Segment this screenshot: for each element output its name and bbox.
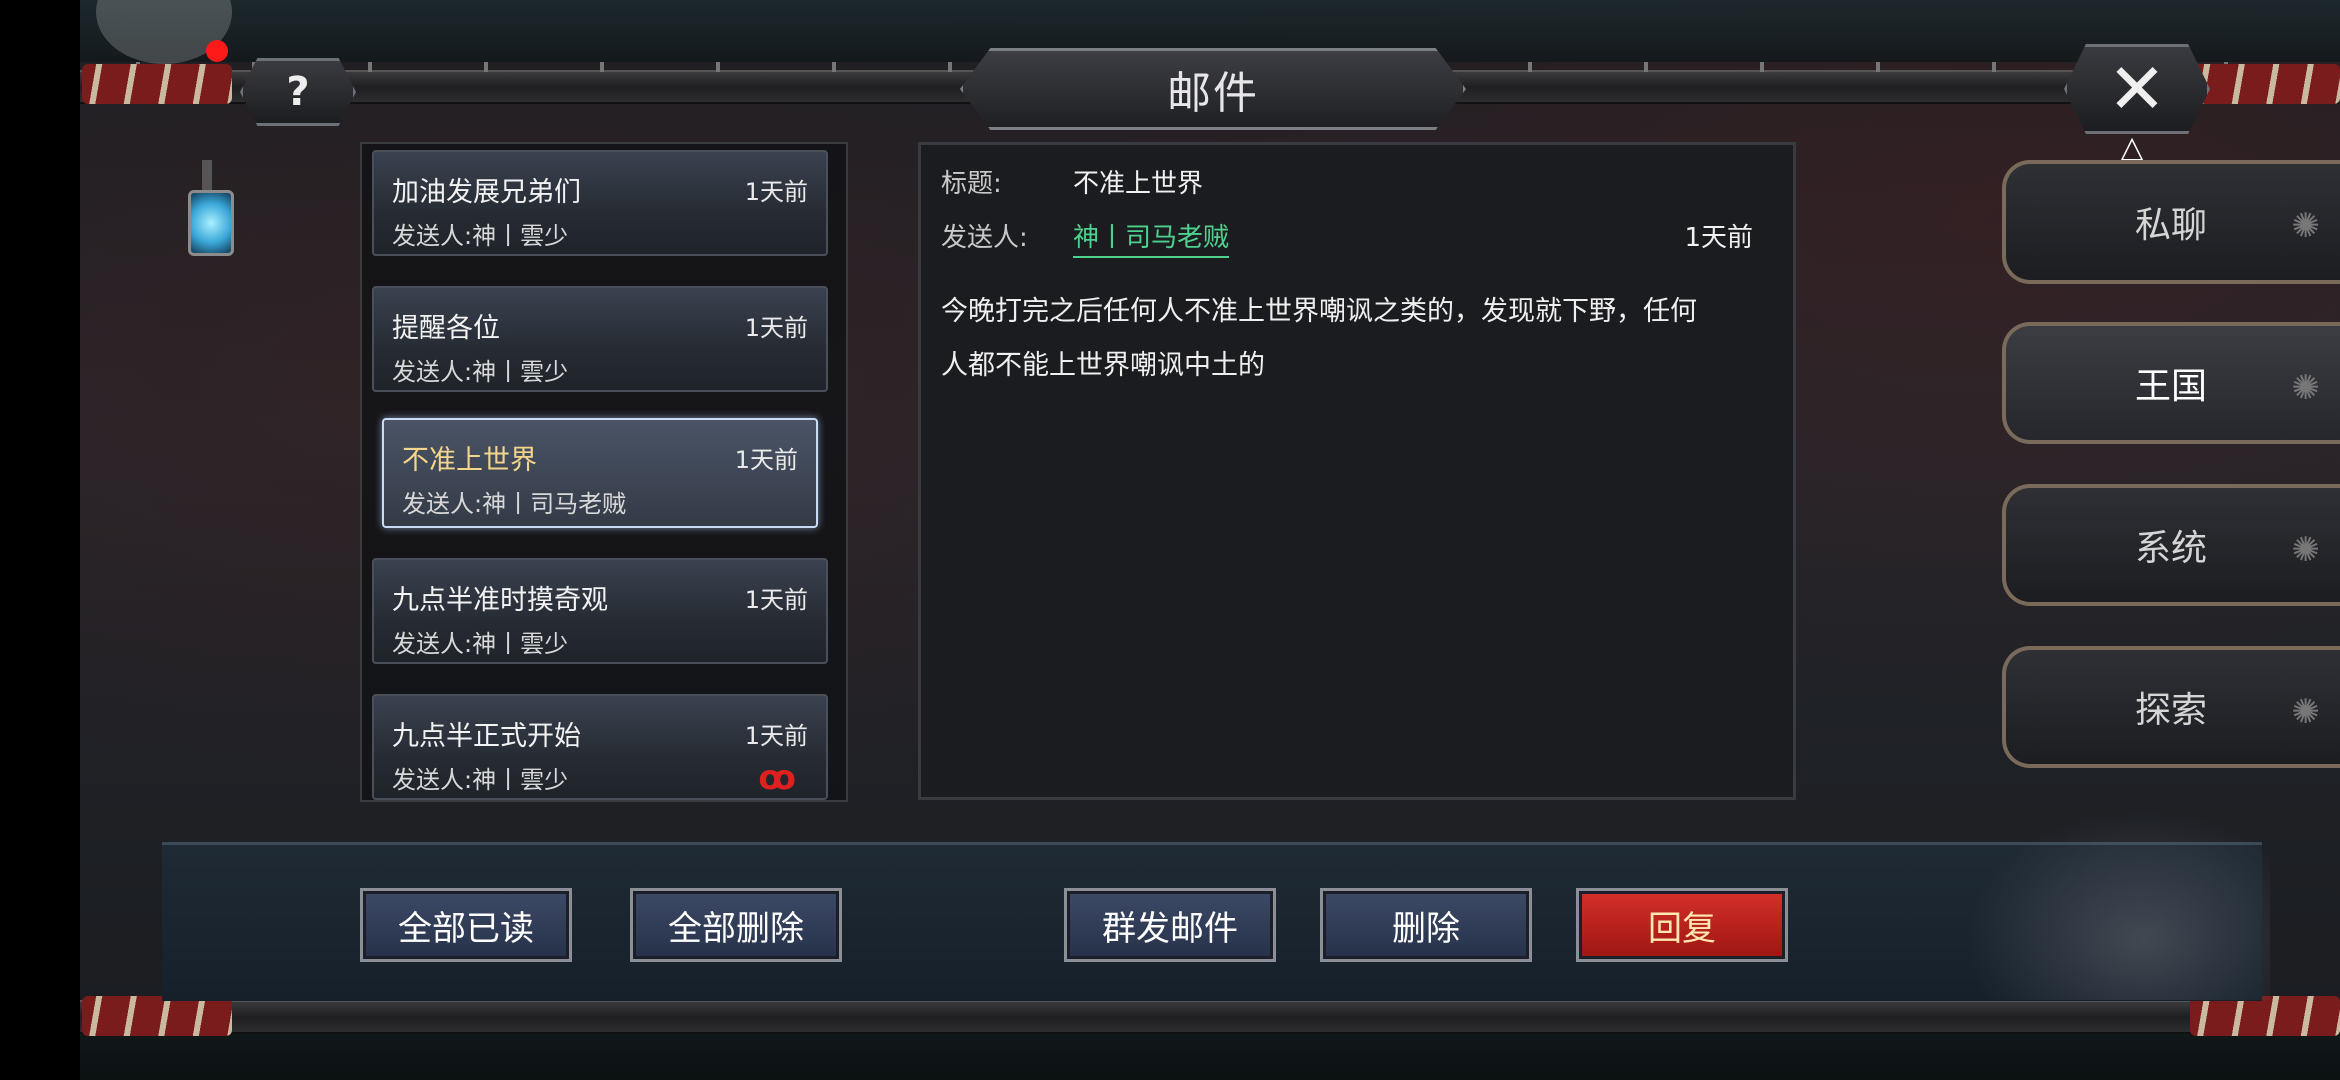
- question-icon: ?: [286, 69, 310, 115]
- tab-label: 系统: [2134, 528, 2207, 569]
- mass-mail-button[interactable]: 群发邮件: [1064, 888, 1276, 962]
- tab-label: 探索: [2134, 690, 2207, 731]
- sun-emblem-icon: ✺: [2291, 692, 2321, 732]
- mail-subject: 提醒各位: [392, 313, 500, 344]
- delete-button[interactable]: 删除: [1320, 888, 1532, 962]
- dragon-icon: ꝏ: [758, 758, 796, 798]
- sun-emblem-icon: ✺: [2291, 206, 2321, 246]
- tab-private-chat[interactable]: 私聊 ✺: [2002, 160, 2340, 284]
- mail-item[interactable]: 加油发展兄弟们 1天前 发送人:神丨雲少: [372, 150, 828, 256]
- mail-time: 1天前: [744, 178, 808, 206]
- mail-subject: 加油发展兄弟们: [392, 177, 581, 208]
- subject-value: 不准上世界: [1073, 169, 1204, 199]
- sender-link[interactable]: 神丨司马老贼: [1073, 217, 1230, 258]
- delete-all-button[interactable]: 全部删除: [630, 888, 842, 962]
- close-icon: ✕: [2107, 48, 2167, 130]
- mail-item[interactable]: 九点半正式开始 1天前 发送人:神丨雲少 ꝏ: [372, 694, 828, 800]
- bottom-game-strip: [80, 1030, 2340, 1080]
- mail-item[interactable]: 九点半准时摸奇观 1天前 发送人:神丨雲少: [372, 558, 828, 664]
- mail-detail-panel: 标题: 不准上世界 发送人: 神丨司马老贼 1天前 今晚打完之后任何人不准上世界…: [918, 142, 1796, 800]
- mail-time: 1天前: [1684, 223, 1753, 253]
- mail-time: 1天前: [734, 446, 798, 474]
- mail-list[interactable]: 加油发展兄弟们 1天前 发送人:神丨雲少 提醒各位 1天前 发送人:神丨雲少 不…: [360, 142, 848, 802]
- mail-sender: 发送人:神丨雲少: [392, 766, 569, 794]
- mail-sender: 发送人:神丨雲少: [392, 358, 569, 386]
- mail-time: 1天前: [744, 586, 808, 614]
- close-button[interactable]: ✕: [2064, 44, 2210, 134]
- mail-subject: 九点半准时摸奇观: [392, 585, 608, 616]
- frame-ornament: [2190, 64, 2340, 104]
- mail-subject: 九点半正式开始: [392, 721, 581, 752]
- tab-system[interactable]: 系统 ✺: [2002, 484, 2340, 606]
- record-indicator-icon: [206, 40, 228, 62]
- bottom-frame: [80, 1000, 2340, 1034]
- mark-all-read-button[interactable]: 全部已读: [360, 888, 572, 962]
- window-title: 邮件: [1167, 68, 1259, 119]
- mail-time: 1天前: [744, 722, 808, 750]
- frame-ornament: [82, 64, 232, 104]
- skull-decoration: [1950, 800, 2270, 1000]
- tab-label: 王国: [2134, 366, 2207, 407]
- mail-sender: 发送人:神丨雲少: [392, 630, 569, 658]
- help-button[interactable]: ?: [240, 58, 356, 126]
- lantern-icon: [180, 160, 236, 290]
- reply-button[interactable]: 回复: [1576, 888, 1788, 962]
- mail-item[interactable]: 提醒各位 1天前 发送人:神丨雲少: [372, 286, 828, 392]
- subject-label: 标题:: [941, 169, 1002, 199]
- mail-sender: 发送人:神丨司马老贼: [402, 490, 627, 518]
- tab-explore[interactable]: 探索 ✺: [2002, 646, 2340, 768]
- tab-label: 私聊: [2134, 205, 2207, 246]
- tab-kingdom[interactable]: 王国 ✺: [2002, 322, 2340, 444]
- mail-body-line: 人都不能上世界嘲讽中土的: [941, 350, 1265, 381]
- sender-label: 发送人:: [941, 223, 1028, 253]
- frame-ornament: [2190, 996, 2340, 1036]
- mail-body: 今晚打完之后任何人不准上世界嘲讽之类的，发现就下野，任何 人都不能上世界嘲讽中土…: [941, 285, 1761, 393]
- mail-body-line: 今晚打完之后任何人不准上世界嘲讽之类的，发现就下野，任何: [941, 296, 1697, 327]
- sun-emblem-icon: ✺: [2291, 368, 2321, 408]
- mail-sender: 发送人:神丨雲少: [392, 222, 569, 250]
- frame-ornament: [82, 996, 232, 1036]
- mail-time: 1天前: [744, 314, 808, 342]
- mail-subject: 不准上世界: [402, 445, 537, 476]
- sun-emblem-icon: ✺: [2291, 530, 2321, 570]
- title-plate: 邮件: [960, 48, 1466, 130]
- game-screen: 邮件 ? ✕ △ 加油发展兄弟们 1天前 发送人:神丨雲少 提醒各位 1天前 发…: [0, 0, 2340, 1080]
- mail-item-selected[interactable]: 不准上世界 1天前 发送人:神丨司马老贼: [382, 418, 818, 528]
